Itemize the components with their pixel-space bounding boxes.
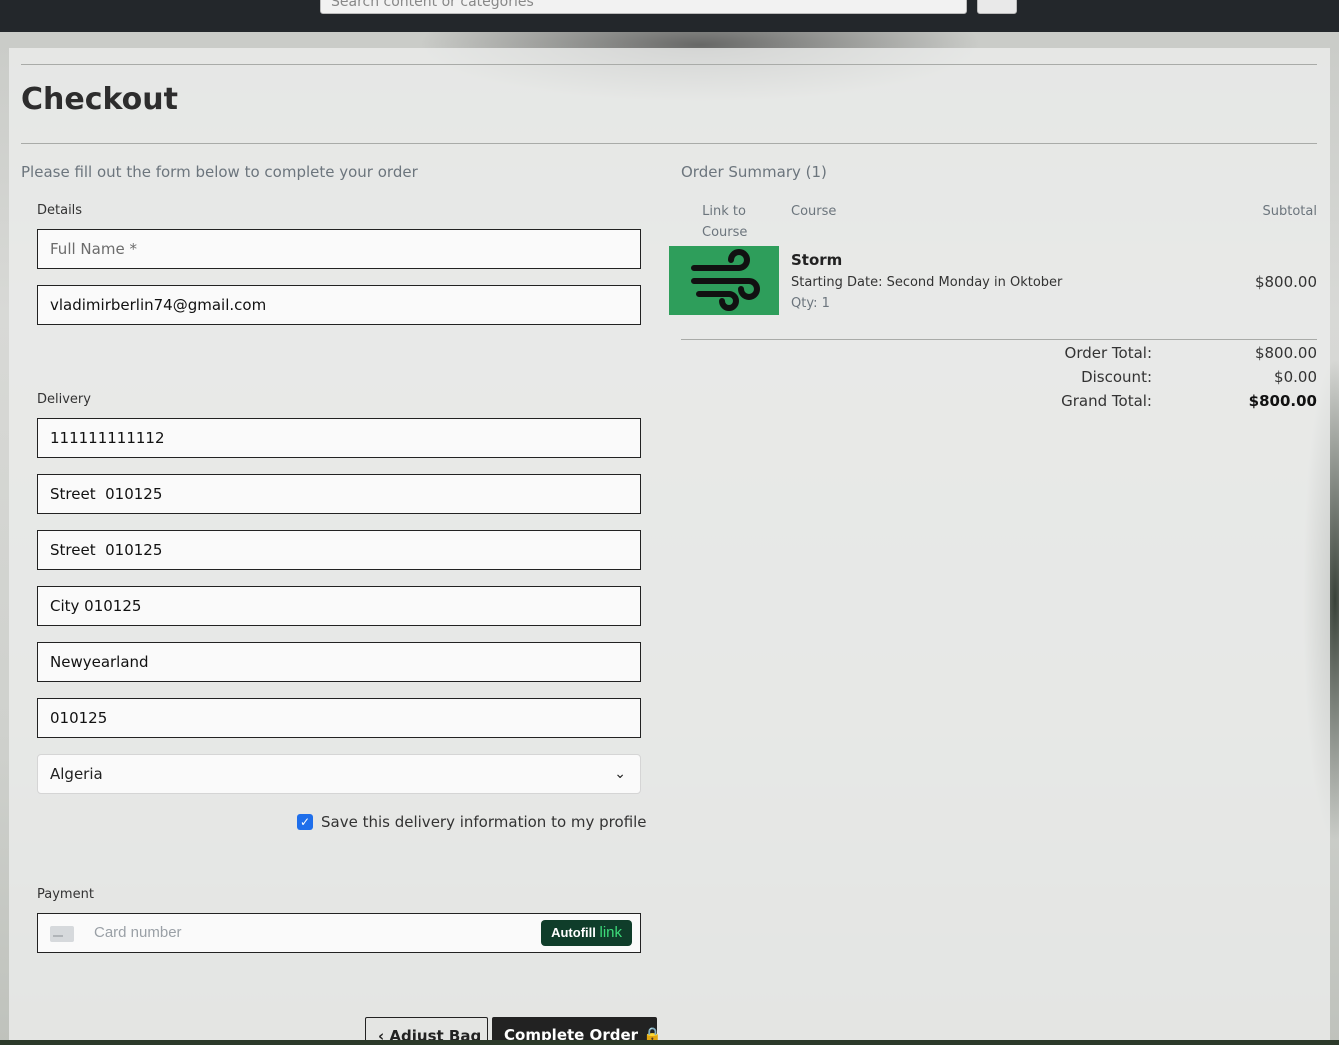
chevron-down-icon: ⌄	[614, 766, 626, 782]
column-header-link: Link to Course	[702, 201, 748, 243]
grand-total-value: $800.00	[1248, 392, 1317, 410]
order-total-value: $800.00	[1254, 344, 1317, 362]
page-title: Checkout	[21, 82, 178, 117]
save-info-label: Save this delivery information to my pro…	[321, 813, 647, 831]
card-number-placeholder: Card number	[94, 924, 182, 941]
course-start-date: Starting Date: Second Monday in Oktober	[791, 275, 1063, 290]
column-header-link-line1: Link to	[702, 204, 746, 219]
search-input[interactable]: Search content or categories	[320, 0, 967, 14]
city-field[interactable]	[37, 586, 641, 626]
search-button[interactable]	[977, 0, 1017, 14]
divider	[21, 64, 1317, 65]
discount-value: $0.00	[1274, 368, 1317, 386]
street-address2-field[interactable]	[37, 530, 641, 570]
county-field[interactable]	[37, 642, 641, 682]
payment-label: Payment	[37, 887, 94, 902]
divider	[21, 143, 1317, 144]
column-header-link-line2: Course	[702, 225, 748, 240]
email-field[interactable]	[37, 285, 641, 325]
wind-icon	[691, 249, 760, 311]
details-label: Details	[37, 203, 83, 218]
discount-label: Discount:	[1081, 368, 1152, 386]
course-quantity: Qty: 1	[791, 296, 830, 311]
delivery-label: Delivery	[37, 392, 91, 407]
divider	[681, 339, 1317, 340]
autofill-label: Autofill	[551, 925, 596, 940]
order-total-label: Order Total:	[1064, 344, 1152, 362]
form-intro: Please fill out the form below to comple…	[21, 163, 418, 181]
full-name-field[interactable]	[37, 229, 641, 269]
column-header-subtotal: Subtotal	[1262, 204, 1317, 219]
save-info-checkbox[interactable]: ✓	[297, 814, 313, 830]
street-address1-field[interactable]	[37, 474, 641, 514]
order-summary-title: Order Summary (1)	[681, 163, 827, 181]
country-select[interactable]: Algeria ⌄	[37, 754, 641, 794]
country-select-value: Algeria	[50, 765, 103, 783]
save-info-row[interactable]: ✓ Save this delivery information to my p…	[297, 813, 647, 831]
postcode-field[interactable]	[37, 698, 641, 738]
phone-field[interactable]	[37, 418, 641, 458]
card-number-field[interactable]: Card number Autofill link	[37, 913, 641, 953]
course-name: Storm	[791, 251, 843, 269]
footer-strip	[0, 1040, 1339, 1045]
column-header-course: Course	[791, 204, 837, 219]
autofill-link-button[interactable]: Autofill link	[541, 920, 632, 946]
credit-card-icon	[50, 926, 74, 942]
course-thumbnail-link[interactable]	[669, 246, 779, 315]
course-subtotal: $800.00	[1254, 273, 1317, 291]
grand-total-label: Grand Total:	[1061, 392, 1152, 410]
top-navbar: Search content or categories	[0, 0, 1339, 32]
link-label: link	[599, 924, 622, 941]
